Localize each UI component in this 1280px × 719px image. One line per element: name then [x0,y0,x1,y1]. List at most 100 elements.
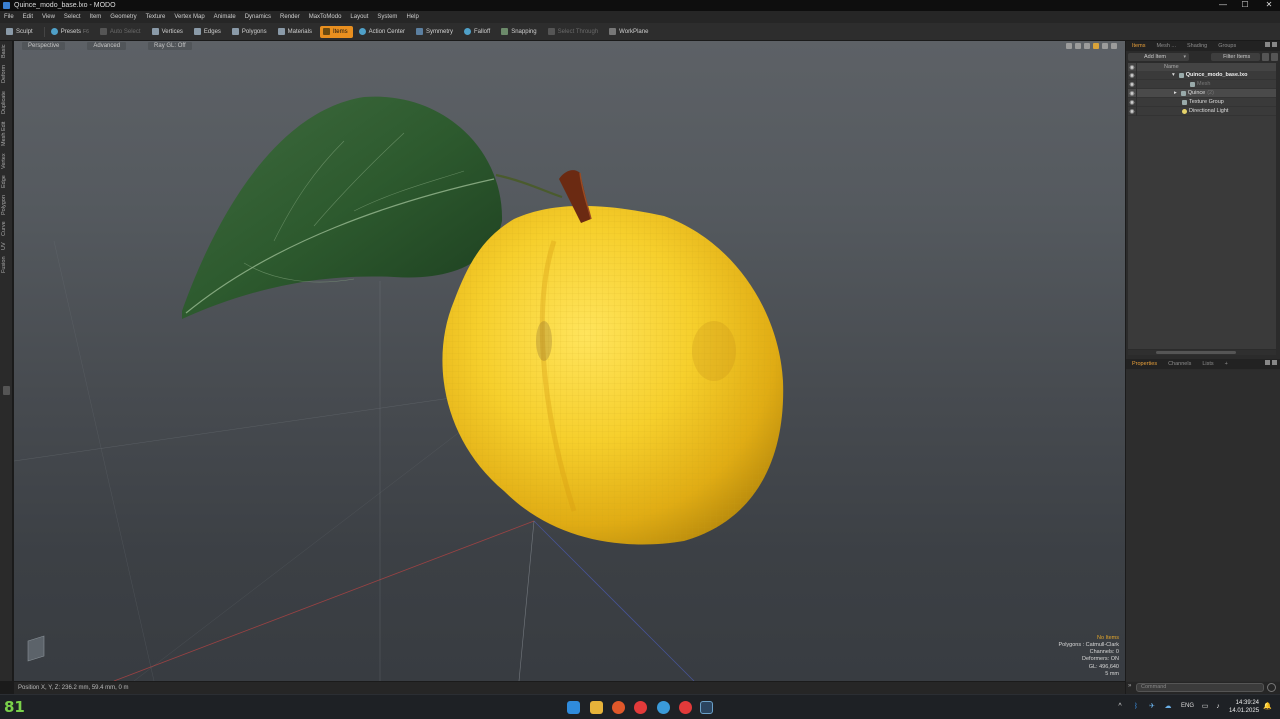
file-explorer-icon[interactable] [590,701,603,714]
menu-animate[interactable]: Animate [214,14,236,20]
add-item-dropdown[interactable]: Add Item [1128,53,1190,61]
menu-vertex-map[interactable]: Vertex Map [174,14,204,20]
pan-icon[interactable] [1066,43,1072,49]
yandex-browser-icon-2[interactable] [679,701,692,714]
tab-properties[interactable]: Properties [1132,361,1157,367]
eye-icon[interactable]: ◉ [1128,89,1136,98]
list-item[interactable]: ◉ Directional Light [1128,106,1276,116]
minimize-button[interactable]: — [1212,0,1234,11]
eye-icon[interactable]: ◉ [1128,80,1136,89]
telegram-icon[interactable] [657,701,670,714]
select-through-button[interactable]: Select Through [545,26,604,38]
panel-menu-icon[interactable] [1265,42,1270,47]
edges-mode-button[interactable]: Edges [191,26,226,38]
shading-mode-advanced[interactable]: Advanced [87,42,127,50]
menu-view[interactable]: View [42,14,55,20]
collapse-arrow-icon[interactable]: ▾ [1172,72,1175,78]
rotate-icon[interactable] [1075,43,1081,49]
expand-arrow-icon[interactable]: ▸ [1174,90,1177,96]
maximize-button[interactable]: ☐ [1234,0,1256,11]
onedrive-icon[interactable]: ☁ [1164,703,1172,711]
menu-geometry[interactable]: Geometry [110,14,136,20]
item-lock-cell[interactable] [1136,70,1166,80]
tab-lists[interactable]: Lists [1202,361,1213,367]
items-mode-button[interactable]: Items [319,25,353,38]
start-icon[interactable] [567,701,580,714]
yandex-browser-icon[interactable] [634,701,647,714]
menu-system[interactable]: System [377,14,397,20]
presets-button[interactable]: Presets F6 [48,26,94,38]
eye-icon[interactable]: ◉ [1128,98,1136,107]
tab-duplicate[interactable]: Duplicate [1,89,12,117]
tab-mesh-ops[interactable]: Mesh ... [1156,43,1176,49]
menu-maxtomodo[interactable]: MaxToModo [309,14,342,20]
monitor-icon[interactable]: ▭ [1201,703,1209,711]
tab-polygon[interactable]: Polygon [1,193,12,217]
tab-channels[interactable]: Channels [1168,361,1191,367]
menu-file[interactable]: File [4,14,14,20]
materials-mode-button[interactable]: Materials [275,26,317,38]
quince-model[interactable] [182,96,784,545]
viewport-expand-icon[interactable] [1111,43,1117,49]
polygons-mode-button[interactable]: Polygons [229,26,272,38]
item-lock-cell[interactable] [1136,88,1166,98]
command-history-icon[interactable]: » [1128,683,1131,689]
bluetooth-icon[interactable]: ᛒ [1132,703,1140,711]
modo-taskbar-icon[interactable] [700,701,713,714]
command-run-icon[interactable] [1267,683,1276,692]
menu-item[interactable]: Item [90,14,102,20]
symmetry-button[interactable]: Symmetry [413,26,458,38]
eye-icon[interactable]: ◉ [1128,71,1136,80]
menu-help[interactable]: Help [406,14,418,20]
panel-menu-icon[interactable] [1265,360,1270,365]
tab-deform[interactable]: Deform [1,63,12,85]
item-list-scrollbar[interactable] [1128,350,1276,355]
tab-curve[interactable]: Curve [1,220,12,238]
sculpt-button[interactable]: Sculpt [3,26,38,38]
add-tab-button[interactable]: + [1225,361,1228,367]
tab-vertex[interactable]: Vertex [1,151,12,171]
tab-items[interactable]: Items [1132,43,1145,49]
panel-expand-icon[interactable] [1272,360,1277,365]
vertices-mode-button[interactable]: Vertices [149,26,188,38]
3d-viewport[interactable]: Perspective Advanced Ray GL: Off No Item… [14,41,1125,681]
falloff-button[interactable]: Falloff [461,26,495,38]
item-lock-cell[interactable] [1136,79,1166,89]
auto-select-button[interactable]: Auto Select [97,26,146,38]
name-column-header[interactable]: Name [1164,64,1179,70]
tab-uv[interactable]: UV [1,241,12,251]
search-icon[interactable] [1262,53,1270,61]
menu-layout[interactable]: Layout [350,14,368,20]
browser-icon[interactable] [612,701,625,714]
viewport-settings-icon[interactable] [1102,43,1108,49]
tab-groups[interactable]: Groups [1218,43,1236,49]
panel-expand-icon[interactable] [1272,42,1277,47]
tab-fusion[interactable]: Fusion [1,254,12,276]
tray-overflow-icon[interactable]: ^ [1116,703,1124,711]
action-center-button[interactable]: Action Center [356,26,410,38]
eye-icon[interactable]: ◉ [1128,107,1136,116]
menu-dynamics[interactable]: Dynamics [245,14,271,20]
menu-render[interactable]: Render [280,14,300,20]
item-lock-cell[interactable] [1136,97,1166,107]
scrollbar-thumb[interactable] [1156,351,1236,354]
filter-options-icon[interactable] [1271,53,1278,61]
menu-select[interactable]: Select [64,14,81,20]
ray-gl-toggle[interactable]: Ray GL: Off [148,42,192,50]
tab-edge[interactable]: Edge [1,174,12,190]
close-button[interactable]: ✕ [1258,0,1280,11]
taskbar-clock[interactable]: 14:39:24 14.01.2025 [1229,699,1259,715]
workplane-button[interactable]: WorkPlane [606,26,653,38]
command-input[interactable]: Command [1136,683,1264,692]
filter-items-button[interactable]: Filter Items [1211,53,1261,61]
tab-mesh-edit[interactable]: Mesh Edit [1,120,12,148]
volume-icon[interactable]: ♪ [1214,703,1222,711]
view-mode-perspective[interactable]: Perspective [22,42,66,50]
tab-shading[interactable]: Shading [1187,43,1207,49]
menu-edit[interactable]: Edit [23,14,33,20]
item-lock-cell[interactable] [1136,106,1166,116]
tab-basic[interactable]: Basic [1,43,12,59]
snapping-button[interactable]: Snapping [498,26,541,38]
zoom-icon[interactable] [1084,43,1090,49]
menu-texture[interactable]: Texture [146,14,166,20]
